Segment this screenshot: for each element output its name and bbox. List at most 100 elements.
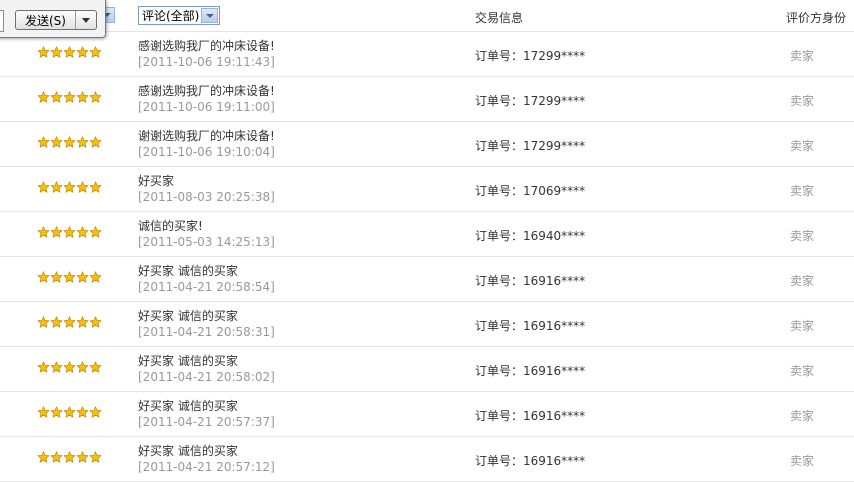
rating-stars — [37, 406, 102, 418]
review-timestamp: [2011-04-21 20:57:37] — [138, 415, 275, 429]
star-icon — [50, 271, 63, 283]
review-timestamp: [2011-05-03 14:25:13] — [138, 235, 275, 249]
star-icon — [76, 136, 89, 148]
star-icon — [89, 316, 102, 328]
review-list: 感谢选购我厂的冲床设备! [2011-10-06 19:11:43] 订单号：172… — [0, 32, 854, 482]
popup-input-stub[interactable] — [0, 10, 4, 32]
reviewer-role: 卖家 — [790, 319, 815, 333]
star-icon — [63, 451, 76, 463]
star-icon — [63, 361, 76, 373]
star-icon — [37, 451, 50, 463]
rating-stars — [37, 226, 102, 238]
reviewer-role: 卖家 — [790, 184, 815, 198]
reviewer-role: 卖家 — [790, 49, 815, 63]
star-icon — [37, 361, 50, 373]
review-comment: 好买家 — [138, 174, 175, 188]
star-icon — [89, 226, 102, 238]
order-number: 订单号：16916**** — [475, 364, 586, 378]
star-icon — [89, 271, 102, 283]
table-row: 谢谢选购我厂的冲床设备! [2011-10-06 19:10:04] 订单号：172… — [0, 122, 854, 167]
star-icon — [76, 361, 89, 373]
rating-stars — [37, 451, 102, 463]
star-icon — [63, 181, 76, 193]
order-number: 订单号：16916**** — [475, 274, 586, 288]
star-icon — [63, 316, 76, 328]
order-number: 订单号：17299**** — [475, 94, 586, 108]
send-button-label: 发送(S) — [25, 13, 66, 28]
chevron-down-icon — [82, 17, 90, 23]
comment-filter-arrow[interactable] — [201, 8, 219, 23]
order-number: 订单号：16916**** — [475, 409, 586, 423]
star-icon — [76, 406, 89, 418]
rating-stars — [37, 361, 102, 373]
star-icon — [63, 136, 76, 148]
review-comment: 诚信的买家! — [138, 219, 203, 233]
order-number: 订单号：16916**** — [475, 319, 586, 333]
table-row: 好买家 诚信的买家 [2011-04-21 20:57:37] 订单号：16916*… — [0, 392, 854, 437]
comment-filter-label: 评论(全部) — [142, 9, 200, 23]
star-icon — [50, 136, 63, 148]
table-row: 诚信的买家! [2011-05-03 14:25:13] 订单号：16940****… — [0, 212, 854, 257]
review-comment: 好买家 诚信的买家 — [138, 399, 238, 413]
reviewer-role: 卖家 — [790, 364, 815, 378]
star-icon — [76, 271, 89, 283]
rating-stars — [37, 136, 102, 148]
star-icon — [50, 46, 63, 58]
order-number: 订单号：17299**** — [475, 139, 586, 153]
reviewer-role: 卖家 — [790, 274, 815, 288]
star-icon — [76, 46, 89, 58]
review-timestamp: [2011-10-06 19:11:00] — [138, 100, 275, 114]
star-icon — [37, 271, 50, 283]
table-row: 好买家 诚信的买家 [2011-04-21 20:58:31] 订单号：16916*… — [0, 302, 854, 347]
star-icon — [50, 361, 63, 373]
review-comment: 好买家 诚信的买家 — [138, 444, 238, 458]
star-icon — [37, 46, 50, 58]
reviewer-role-header: 评价方身份 — [786, 11, 847, 25]
reviewer-role: 卖家 — [790, 94, 815, 108]
star-icon — [89, 361, 102, 373]
star-icon — [76, 451, 89, 463]
table-row: 好买家 [2011-08-03 20:25:38] 订单号：17069**** 卖家 — [0, 167, 854, 212]
star-icon — [76, 181, 89, 193]
star-icon — [50, 451, 63, 463]
review-timestamp: [2011-04-21 20:58:54] — [138, 280, 275, 294]
order-number: 订单号：16916**** — [475, 454, 586, 468]
star-icon — [50, 181, 63, 193]
comment-filter-select[interactable]: 评论(全部) — [138, 6, 221, 25]
review-comment: 感谢选购我厂的冲床设备! — [138, 84, 275, 98]
star-icon — [76, 91, 89, 103]
star-icon — [63, 271, 76, 283]
star-icon — [63, 91, 76, 103]
order-number: 订单号：17299**** — [475, 49, 586, 63]
review-comment: 好买家 诚信的买家 — [138, 264, 238, 278]
review-timestamp: [2011-04-21 20:57:12] — [138, 460, 275, 474]
star-icon — [37, 181, 50, 193]
table-row: 好买家 诚信的买家 [2011-04-21 20:57:12] 订单号：16916*… — [0, 437, 854, 482]
table-header: 评论(全部) 交易信息 评价方身份 — [0, 0, 854, 32]
chevron-down-icon — [205, 13, 214, 18]
send-button[interactable]: 发送(S) — [15, 10, 97, 30]
reviewer-role: 卖家 — [790, 409, 815, 423]
star-icon — [50, 226, 63, 238]
table-row: 好买家 诚信的买家 [2011-04-21 20:58:02] 订单号：16916*… — [0, 347, 854, 392]
send-options-dropdown[interactable] — [75, 11, 96, 29]
star-icon — [89, 181, 102, 193]
rating-stars — [37, 46, 102, 58]
table-row: 感谢选购我厂的冲床设备! [2011-10-06 19:11:43] 订单号：172… — [0, 32, 854, 77]
reviewer-role: 卖家 — [790, 139, 815, 153]
review-timestamp: [2011-04-21 20:58:02] — [138, 370, 275, 384]
review-timestamp: [2011-08-03 20:25:38] — [138, 190, 275, 204]
order-number: 订单号：17069**** — [475, 184, 586, 198]
star-icon — [76, 316, 89, 328]
star-icon — [37, 406, 50, 418]
reviewer-role: 卖家 — [790, 229, 815, 243]
star-icon — [50, 406, 63, 418]
star-icon — [50, 91, 63, 103]
reviewer-role: 卖家 — [790, 454, 815, 468]
table-row: 好买家 诚信的买家 [2011-04-21 20:58:54] 订单号：16916*… — [0, 257, 854, 302]
order-number: 订单号：16940**** — [475, 229, 586, 243]
review-timestamp: [2011-04-21 20:58:31] — [138, 325, 275, 339]
review-comment: 好买家 诚信的买家 — [138, 309, 238, 323]
review-comment: 好买家 诚信的买家 — [138, 354, 238, 368]
star-icon — [37, 316, 50, 328]
